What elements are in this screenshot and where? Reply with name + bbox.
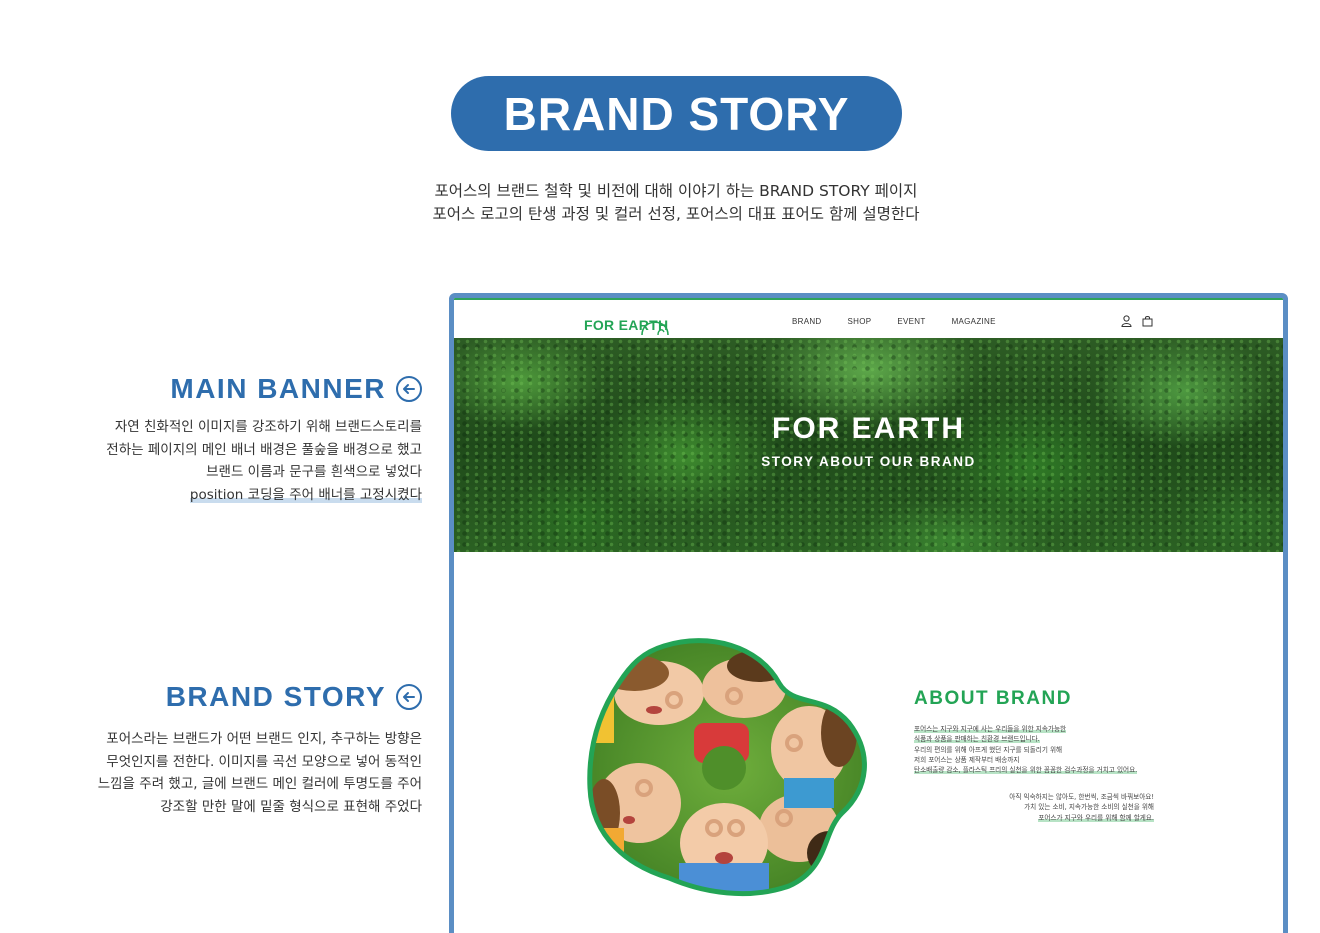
about-brand-title: ABOUT BRAND [914,688,1072,709]
website-mockup-frame: FOR EARTH BRAND SHOP EVENT MAGAZINE FOR … [449,293,1288,933]
about-line: 포어스가 지구와 우리를 위해 함께 할게요. [1038,813,1154,822]
annotation-line: 포어스라는 브랜드가 어떤 브랜드 인지, 추구하는 방향은 [106,731,422,747]
about-line: 저희 포어스는 상품 제작부터 배송까지 [914,755,1020,764]
user-icon[interactable] [1121,315,1132,327]
annotation-title-text: BRAND STORY [165,681,386,712]
intro-line: 포어스의 브랜드 철학 및 비전에 대해 이야기 하는 BRAND STORY … [434,182,918,200]
annotation-line: 느낌을 주려 했고, 글에 브랜드 메인 컬러에 투명도를 주어 [97,776,422,792]
cart-icon[interactable] [1142,315,1153,327]
annotation-line: 강조할 만한 말에 밑줄 형식으로 표현해 주었다 [160,798,422,815]
intro-line: 포어스 로고의 탄생 과정 및 컬러 선정, 포어스의 대표 표어도 함께 설명… [432,205,920,223]
about-line: 아직 익숙하지는 않아도, 한번씩, 조금씩 바꿔보아요! [1009,793,1154,801]
mockup-navbar: FOR EARTH BRAND SHOP EVENT MAGAZINE [454,300,1283,340]
annotation-line-highlighted: position 코딩을 주어 배너를 고정시켰다 [189,486,422,503]
about-line: 가치 있는 소비, 지속가능한 소비의 실천을 위해 [1024,803,1154,812]
menu-item-brand[interactable]: BRAND [792,317,822,326]
annotation-line: 전하는 페이지의 메인 배너 배경은 풀숲을 배경으로 했고 [106,441,422,458]
arrow-left-icon [396,376,422,402]
about-brand-paragraph-1: 포어스는 지구와 지구에 사는 우리들을 위한 지속가능한 식품과 상품을 판매… [914,724,1154,775]
nav-icons [1121,315,1153,327]
menu-item-event[interactable]: EVENT [897,317,925,326]
annotation-text-brand-story: 포어스라는 브랜드가 어떤 브랜드 인지, 추구하는 방향은 무엇인지를 전한다… [98,728,422,818]
page-title: BRAND STORY [503,87,850,140]
about-brand-paragraph-2: 아직 익숙하지는 않아도, 한번씩, 조금씩 바꿔보아요! 가치 있는 소비, … [1009,792,1154,823]
about-line: 포어스는 지구와 지구에 사는 우리들을 위한 지속가능한 [914,725,1067,733]
banner-subtitle: STORY ABOUT OUR BRAND [761,454,976,469]
annotation-title-main-banner: MAIN BANNER [170,373,422,405]
children-blob-image [584,638,874,902]
menu-item-magazine[interactable]: MAGAZINE [952,317,996,326]
annotation-line: 무엇인지를 전한다. 이미지를 곡선 모양으로 넣어 동적인 [106,753,422,770]
banner-title: FOR EARTH [772,412,965,445]
about-line: 식품과 상품을 판매하는 친환경 브랜드입니다. [914,735,1040,744]
annotation-line: 브랜드 이름과 문구를 흰색으로 넣었다 [206,464,422,480]
annotation-text-main-banner: 자연 친화적인 이미지를 강조하기 위해 브랜드스토리를 전하는 페이지의 메인… [106,416,422,506]
annotation-title-text: MAIN BANNER [170,373,386,404]
logo-arc-icon [641,321,669,336]
main-banner: FOR EARTH STORY ABOUT OUR BRAND [454,338,1283,552]
page-title-pill: BRAND STORY [451,76,902,151]
main-menu: BRAND SHOP EVENT MAGAZINE [792,317,996,326]
annotation-line: 자연 친화적인 이미지를 강조하기 위해 브랜드스토리를 [114,419,422,435]
intro-text: 포어스의 브랜드 철학 및 비전에 대해 이야기 하는 BRAND STORY … [300,180,1052,226]
menu-item-shop[interactable]: SHOP [848,317,872,326]
about-line: 탄소배출량 감소, 플라스틱 프리의 실천을 위한 꼼꼼한 검수과정을 거치고 … [914,766,1138,775]
about-line: 우리의 편의를 위해 아프게 했던 지구를 되돌리기 위해 [914,745,1063,754]
arrow-left-icon [396,684,422,710]
annotation-title-brand-story: BRAND STORY [166,681,422,713]
